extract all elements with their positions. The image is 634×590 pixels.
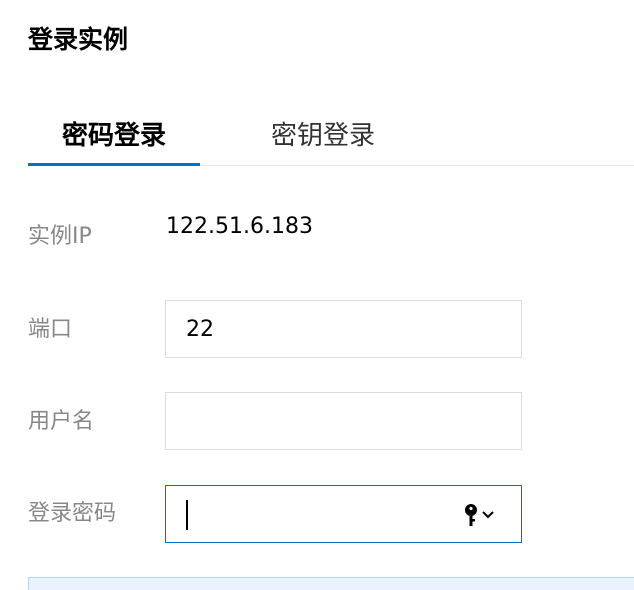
- tab-key-login[interactable]: 密钥登录: [258, 110, 388, 166]
- password-manager-button[interactable]: [463, 502, 499, 528]
- port-label: 端口: [28, 317, 73, 342]
- tab-password-login[interactable]: 密码登录: [28, 110, 200, 166]
- chevron-down-icon: [482, 511, 494, 519]
- key-icon: [465, 504, 477, 526]
- instance-ip-value: 122.51.6.183: [166, 214, 313, 239]
- username-input[interactable]: [166, 393, 521, 449]
- text-caret: [186, 500, 188, 530]
- username-label: 用户名: [28, 409, 95, 434]
- login-tabs: 密码登录 密钥登录: [28, 110, 634, 166]
- username-field-box: [165, 392, 522, 450]
- password-label: 登录密码: [28, 501, 117, 526]
- info-banner: [28, 577, 634, 590]
- password-field-box: [165, 485, 522, 543]
- page-title: 登录实例: [28, 25, 129, 54]
- port-input[interactable]: [166, 301, 521, 357]
- port-field-box: [165, 300, 522, 358]
- instance-ip-label: 实例IP: [28, 224, 92, 249]
